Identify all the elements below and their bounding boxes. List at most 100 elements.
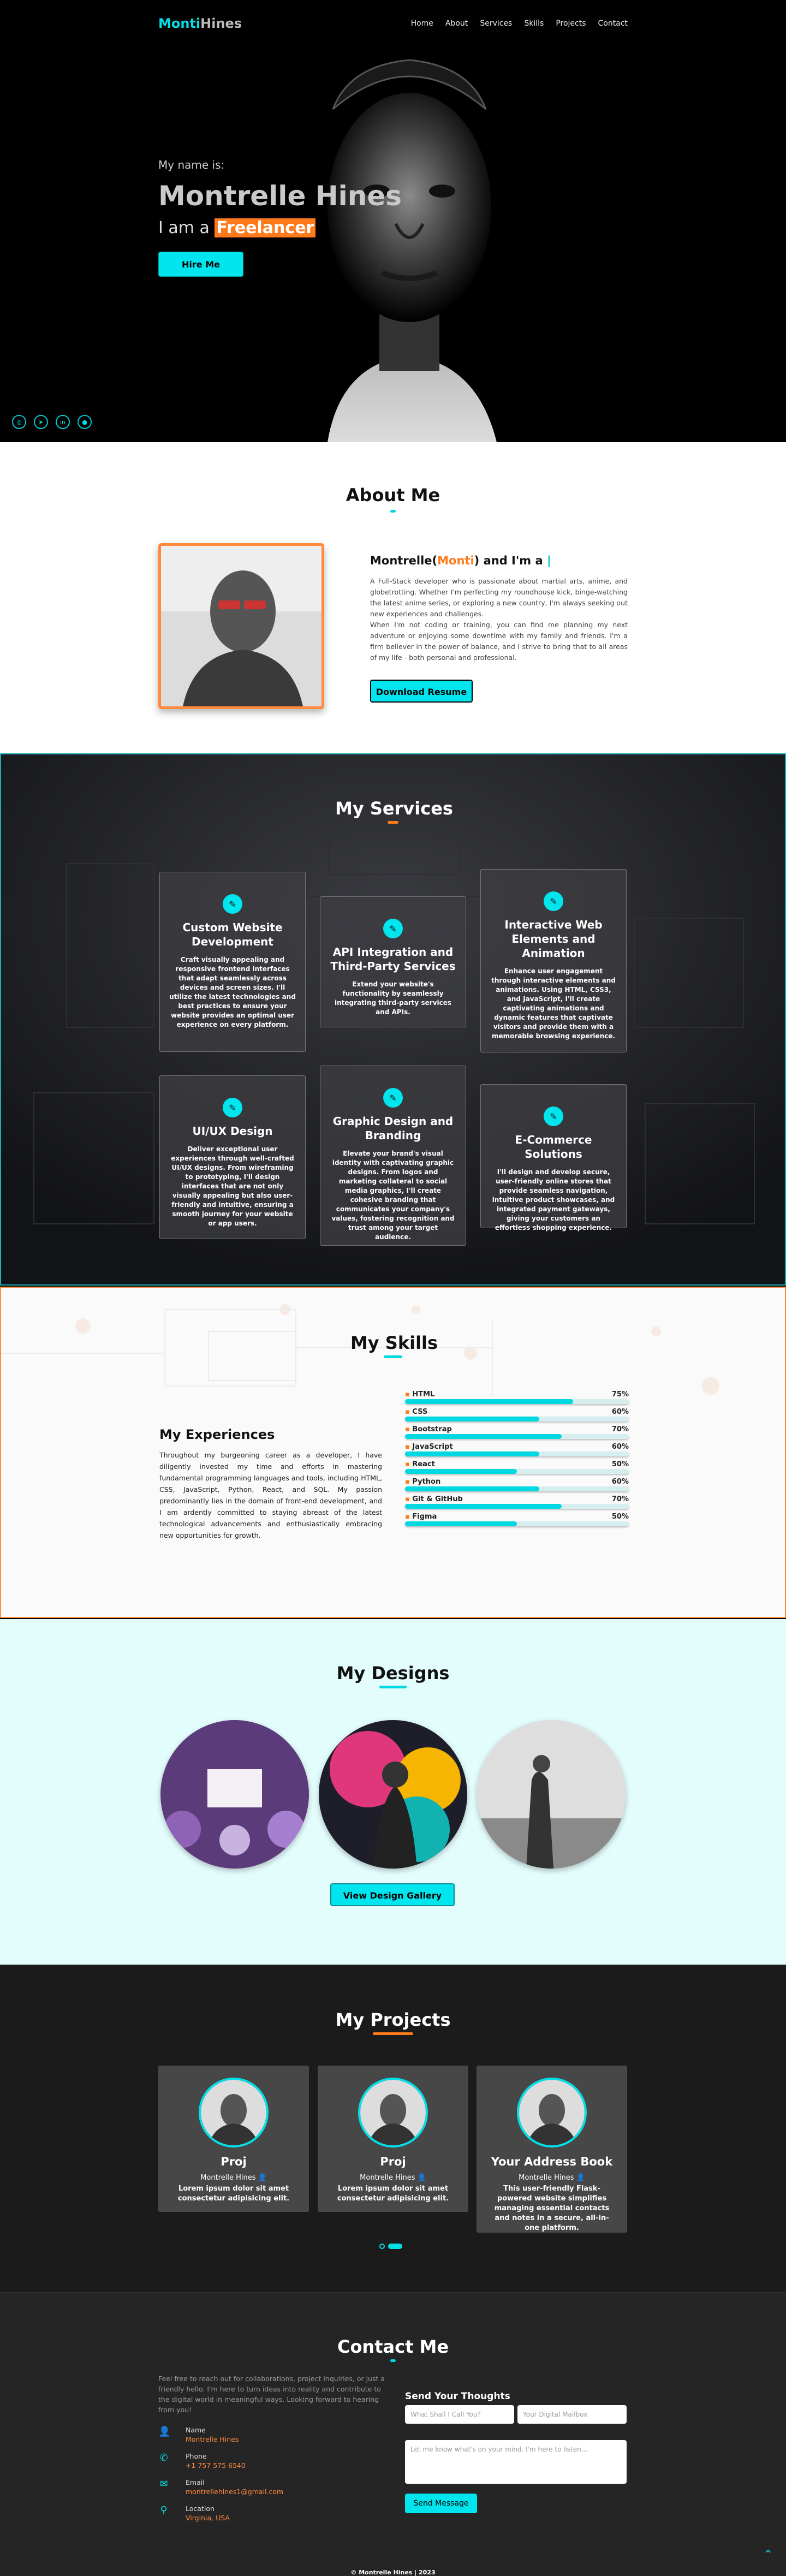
service-card: ✎ E-Commerce Solutions I'll design and d… <box>480 1084 627 1232</box>
service-icon: ✎ <box>544 891 563 911</box>
project-card[interactable]: Proj Montrelle Hines 👤 Lorem ipsum dolor… <box>158 2066 309 2212</box>
title-underline <box>388 821 398 824</box>
service-card: ✎ UI/UX Design Deliver exceptional user … <box>159 1075 306 1239</box>
skill-track <box>405 1434 629 1439</box>
html-icon: ▪ <box>405 1390 410 1399</box>
git-icon: ▪ <box>405 1495 410 1503</box>
services-title: My Services <box>335 798 453 819</box>
user-icon: 👤 <box>417 2174 426 2182</box>
title-underline <box>390 2359 396 2362</box>
design-thumbnail[interactable] <box>160 1720 309 1869</box>
title-underline <box>379 1686 407 1688</box>
typed-role: Freelancer <box>215 218 316 237</box>
skill-track <box>405 1399 629 1404</box>
skill-fill <box>405 1469 517 1474</box>
skill-track <box>405 1521 629 1526</box>
project-card[interactable]: Proj Montrelle Hines 👤 Lorem ipsum dolor… <box>318 2066 468 2212</box>
user-icon: 👤 <box>158 2426 171 2437</box>
skills-section: My Skills My Experiences Throughout my b… <box>0 1287 786 1618</box>
contact-title: Contact Me <box>337 2336 449 2357</box>
contact-phone: ✆ Phone +1 757 575 6540 <box>158 2452 245 2470</box>
service-card: ✎ Interactive Web Elements and Animation… <box>480 869 627 1052</box>
project-card[interactable]: Your Address Book Montrelle Hines 👤 This… <box>477 2066 627 2233</box>
github-icon[interactable]: ● <box>78 415 92 429</box>
nav-item-services[interactable]: Services <box>480 19 512 28</box>
service-icon: ✎ <box>383 919 403 938</box>
skill-bar: ▪ React 50% <box>405 1460 629 1478</box>
designs-title: My Designs <box>336 1663 450 1683</box>
title-underline <box>390 510 396 513</box>
skill-track <box>405 1451 629 1456</box>
skill-bar: ▪ Python 60% <box>405 1478 629 1495</box>
skill-bar: ▪ JavaScript 60% <box>405 1443 629 1460</box>
service-icon: ✎ <box>383 1088 403 1108</box>
about-section: About Me Montrelle(Monti) and I'm a | A … <box>0 442 786 753</box>
service-icon: ✎ <box>223 1098 242 1117</box>
javascript-icon: ▪ <box>405 1443 410 1451</box>
site-logo[interactable]: MontiHines <box>158 16 242 31</box>
nav-item-contact[interactable]: Contact <box>598 19 628 28</box>
skill-track <box>405 1486 629 1491</box>
skill-fill <box>405 1486 539 1491</box>
skill-fill <box>405 1504 562 1509</box>
top-navbar: MontiHines Home About Services Skills Pr… <box>0 0 786 47</box>
service-icon: ✎ <box>223 894 242 914</box>
react-icon: ▪ <box>405 1460 410 1468</box>
carousel-dot-active[interactable] <box>388 2244 402 2249</box>
carousel-pagination <box>379 2244 402 2249</box>
bootstrap-icon: ▪ <box>405 1425 410 1433</box>
social-links: ◎ ➤ in ● <box>12 415 92 429</box>
nav-item-home[interactable]: Home <box>411 19 433 28</box>
contact-email: ✉ Email montrellehines1@gmail.com <box>158 2478 283 2496</box>
email-input[interactable]: Your Digital Mailbox <box>517 2405 627 2424</box>
skill-bars: ▪ HTML 75% ▪ CSS 60% ▪ Bootstrap 70% ▪ JavaScr… <box>405 1390 629 1530</box>
form-title: Send Your Thoughts <box>405 2391 510 2402</box>
title-underline <box>373 2032 413 2035</box>
title-underline <box>384 1355 402 1358</box>
phone-icon: ✆ <box>159 2452 168 2464</box>
nav-item-projects[interactable]: Projects <box>556 19 586 28</box>
css-icon: ▪ <box>405 1408 410 1416</box>
download-resume-button[interactable]: Download Resume <box>370 680 473 703</box>
skill-bar: ▪ HTML 75% <box>405 1390 629 1408</box>
hire-me-button[interactable]: Hire Me <box>158 252 243 277</box>
projects-title: My Projects <box>335 2009 451 2030</box>
service-icon: ✎ <box>544 1106 563 1126</box>
design-thumbnail[interactable] <box>477 1720 626 1869</box>
about-title: About Me <box>346 485 440 505</box>
skill-fill <box>405 1434 562 1439</box>
message-textarea[interactable]: Let me know what's on your mind. I'm her… <box>405 2440 627 2484</box>
experience-title: My Experiences <box>159 1427 275 1442</box>
skill-track <box>405 1469 629 1474</box>
design-thumbnail[interactable] <box>319 1720 467 1869</box>
hero-greeting: My name is: <box>158 158 225 171</box>
skill-bar: ▪ Bootstrap 70% <box>405 1425 629 1443</box>
linkedin-icon[interactable]: in <box>56 415 70 429</box>
experience-text: Throughout my burgeoning career as a dev… <box>159 1451 382 1539</box>
python-icon: ▪ <box>405 1478 410 1486</box>
skill-fill <box>405 1417 539 1421</box>
skill-bar: ▪ Figma 50% <box>405 1513 629 1530</box>
projects-section: My Projects Proj Montrelle Hines 👤 Lorem… <box>0 1965 786 2292</box>
chevron-up-icon[interactable]: ⌃ <box>763 2548 773 2562</box>
send-message-button[interactable]: Send Message <box>405 2494 477 2513</box>
skill-fill <box>405 1399 573 1404</box>
carousel-dot[interactable] <box>379 2244 385 2249</box>
contact-name: 👤 Name Montrelle Hines <box>158 2426 239 2443</box>
project-avatar <box>358 2078 428 2147</box>
about-description: A Full-Stack developer who is passionate… <box>370 577 628 662</box>
nav-item-skills[interactable]: Skills <box>524 19 544 28</box>
telegram-icon[interactable]: ➤ <box>34 415 48 429</box>
user-icon: 👤 <box>258 2174 267 2182</box>
footer-copyright: © Montrelle Hines | 2023 <box>350 2569 436 2576</box>
skills-title: My Skills <box>350 1332 438 1353</box>
about-heading: Montrelle(Monti) and I'm a | <box>370 554 551 567</box>
view-design-gallery-button[interactable]: View Design Gallery <box>330 1883 455 1906</box>
hero-intro: My name is: Montrelle Hines I am a Freel… <box>158 158 402 277</box>
nav-item-about[interactable]: About <box>445 19 468 28</box>
instagram-icon[interactable]: ◎ <box>12 415 26 429</box>
service-card: ✎ Custom Website Development Craft visua… <box>159 872 306 1052</box>
name-input[interactable]: What Shall I Call You? <box>405 2405 514 2424</box>
services-section: My Services ✎ Custom Website Development… <box>0 753 786 1286</box>
hero-name: Montrelle Hines <box>158 180 402 212</box>
